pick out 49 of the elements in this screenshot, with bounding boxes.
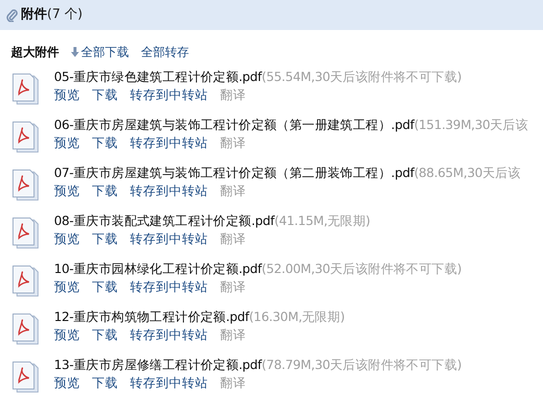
section-label: 超大附件	[11, 44, 59, 61]
preview-link[interactable]: 预览	[54, 182, 80, 200]
download-link[interactable]: 下载	[92, 182, 118, 200]
pdf-file-icon	[11, 216, 41, 250]
download-link[interactable]: 下载	[92, 278, 118, 296]
preview-link[interactable]: 预览	[54, 134, 80, 152]
file-info: (16.30M,无限期)	[248, 308, 345, 326]
pdf-file-icon	[11, 312, 41, 346]
file-info: (41.15M,无限期)	[274, 212, 370, 230]
download-link[interactable]: 下载	[92, 374, 118, 392]
pdf-file-icon	[11, 72, 41, 106]
file-info: (151.39M,30天后该	[414, 116, 528, 134]
paperclip-icon	[6, 8, 18, 22]
preview-link[interactable]: 预览	[54, 374, 80, 392]
preview-link[interactable]: 预览	[54, 230, 80, 248]
save-to-transfer-link[interactable]: 转存到中转站	[130, 182, 208, 200]
save-to-transfer-link[interactable]: 转存到中转站	[130, 326, 208, 344]
file-name: 06-重庆市房屋建筑与装饰工程计价定额（第一册建筑工程）.pdf	[54, 116, 414, 134]
download-link[interactable]: 下载	[92, 230, 118, 248]
file-name: 13-重庆市房屋修缮工程计价定额.pdf	[54, 356, 262, 374]
section-title: 附件	[21, 6, 47, 24]
download-link[interactable]: 下载	[92, 86, 118, 104]
preview-link[interactable]: 预览	[54, 86, 80, 104]
preview-link[interactable]: 预览	[54, 278, 80, 296]
pdf-file-icon	[11, 264, 41, 298]
save-to-transfer-link[interactable]: 转存到中转站	[130, 230, 208, 248]
attachment-count: (7 个)	[47, 6, 83, 24]
pdf-file-icon	[11, 360, 41, 394]
pdf-file-icon	[11, 168, 41, 202]
save-to-transfer-link[interactable]: 转存到中转站	[130, 86, 208, 104]
download-all-link[interactable]: 全部下载	[81, 43, 129, 61]
file-name: 12-重庆市构筑物工程计价定额.pdf	[54, 308, 249, 326]
download-link[interactable]: 下载	[92, 134, 118, 152]
file-info: (88.65M,30天后该	[414, 164, 520, 182]
save-to-transfer-link[interactable]: 转存到中转站	[130, 278, 208, 296]
file-name: 08-重庆市装配式建筑工程计价定额.pdf	[54, 212, 274, 230]
download-link[interactable]: 下载	[92, 326, 118, 344]
file-name: 05-重庆市绿色建筑工程计价定额.pdf	[54, 68, 262, 86]
file-info: (52.00M,30天后该附件将不可下载)	[262, 260, 462, 278]
file-info: (55.54M,30天后该附件将不可下载)	[262, 68, 462, 86]
file-info: (78.79M,30天后该附件将不可下载)	[262, 356, 462, 374]
file-name: 10-重庆市园林绿化工程计价定额.pdf	[54, 260, 262, 278]
save-all-link[interactable]: 全部转存	[141, 43, 189, 61]
save-to-transfer-link[interactable]: 转存到中转站	[130, 134, 208, 152]
file-name: 07-重庆市房屋建筑与装饰工程计价定额（第二册装饰工程）.pdf	[54, 164, 414, 182]
download-icon	[71, 47, 79, 57]
preview-link[interactable]: 预览	[54, 326, 80, 344]
pdf-file-icon	[11, 120, 41, 154]
save-to-transfer-link[interactable]: 转存到中转站	[130, 374, 208, 392]
